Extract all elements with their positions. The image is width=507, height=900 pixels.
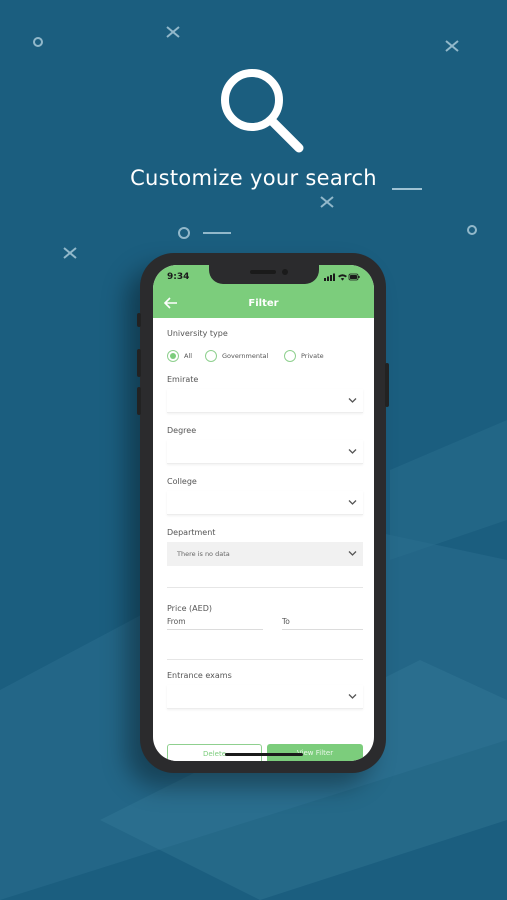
- radio-label: All: [184, 352, 193, 360]
- speaker: [250, 270, 276, 274]
- phone-notch: [209, 265, 319, 284]
- signal-icon: [324, 273, 335, 281]
- chevron-down-icon: [348, 449, 357, 454]
- phone-side-button: [385, 363, 389, 407]
- emirate-select[interactable]: [167, 389, 363, 413]
- price-label: Price (AED): [167, 604, 212, 613]
- chevron-down-icon: [348, 551, 357, 556]
- radio-label: Governmental: [222, 352, 269, 360]
- university-type-radio-group: All Governmental Private: [167, 349, 367, 363]
- search-icon: [221, 69, 304, 153]
- divider: [167, 659, 363, 660]
- chevron-down-icon: [348, 398, 357, 403]
- select-value: There is no data: [177, 550, 230, 558]
- phone-screen: 9:34 Filter University type All Governme…: [153, 265, 374, 761]
- price-to-label: To: [282, 617, 290, 626]
- wifi-icon: [338, 274, 347, 281]
- entrance-exams-label: Entrance exams: [167, 671, 232, 680]
- chevron-down-icon: [348, 694, 357, 699]
- price-from-label: From: [167, 617, 186, 626]
- divider: [167, 587, 363, 588]
- emirate-label: Emirate: [167, 375, 199, 384]
- status-time: 9:34: [167, 272, 190, 282]
- department-select[interactable]: There is no data: [167, 542, 363, 566]
- camera: [282, 269, 288, 275]
- college-label: College: [167, 477, 197, 486]
- entrance-exams-select[interactable]: [167, 685, 363, 709]
- phone-side-button: [137, 313, 141, 327]
- price-from-input[interactable]: [167, 629, 263, 630]
- department-label: Department: [167, 528, 216, 537]
- headline-dash: [392, 188, 422, 190]
- radio-checked-icon: [167, 350, 179, 362]
- phone-side-button: [137, 387, 141, 415]
- radio-all[interactable]: All: [167, 349, 192, 363]
- status-icons: [324, 273, 360, 281]
- college-select[interactable]: [167, 491, 363, 515]
- battery-icon: [348, 273, 360, 281]
- headline: Customize your search: [130, 166, 377, 190]
- home-indicator: [225, 753, 303, 756]
- radio-unchecked-icon: [284, 350, 296, 362]
- page-title: Filter: [248, 298, 279, 309]
- university-type-label: University type: [167, 329, 228, 338]
- degree-label: Degree: [167, 426, 197, 435]
- radio-governmental[interactable]: Governmental: [205, 349, 268, 363]
- phone-mockup: 9:34 Filter University type All Governme…: [137, 253, 389, 773]
- radio-unchecked-icon: [205, 350, 217, 362]
- radio-private[interactable]: Private: [284, 349, 324, 363]
- phone-side-button: [137, 349, 141, 377]
- radio-label: Private: [301, 352, 324, 360]
- price-to-input[interactable]: [282, 629, 363, 630]
- degree-select[interactable]: [167, 440, 363, 464]
- chevron-down-icon: [348, 500, 357, 505]
